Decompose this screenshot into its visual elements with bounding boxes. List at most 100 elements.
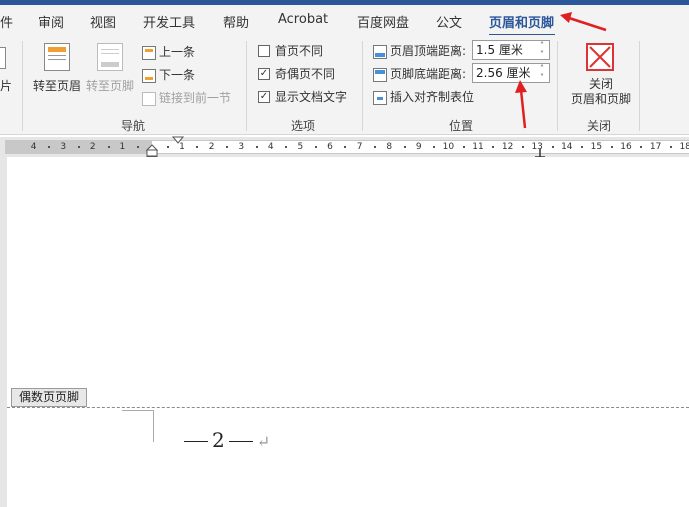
link-to-previous-button[interactable]: 链接到前一节 [142,89,231,109]
ruler-tick [670,146,672,148]
ruler-tick [137,146,140,148]
goto-footer-button[interactable]: 转至页脚 [83,43,137,95]
ruler-number: 18 [679,142,689,152]
insert-alignment-tab-label: 插入对齐制表位 [390,90,475,104]
footer-from-bottom-spinner[interactable]: 2.56 厘米 ˄ ˅ [472,63,550,83]
group-separator [639,41,640,131]
ruler-number: 14 [561,142,573,152]
picture-icon[interactable] [0,47,6,69]
next-button[interactable]: 下一条 [142,66,195,86]
ruler-number: 12 [501,142,514,152]
goto-header-icon [44,43,70,71]
close-header-footer-button[interactable]: 关闭 页眉和页脚 [566,41,636,111]
goto-header-button[interactable]: 转至页眉 [30,43,84,95]
ruler-number: 2 [208,142,215,152]
group-separator [557,41,558,131]
header-from-top-spinner[interactable]: 1.5 厘米 ˄ ˅ [472,40,550,60]
different-odd-even-checkbox[interactable]: ✓ 奇偶页不同 [258,65,335,85]
ruler-tick [78,146,80,148]
close-header-footer-label: 关闭 页眉和页脚 [570,77,631,106]
ruler-tick [403,146,406,148]
next-label: 下一条 [159,68,196,82]
tab-developer[interactable]: 开发工具 [143,12,195,31]
ruler-tick [551,146,554,148]
ruler-tick [166,146,169,148]
tab-file-partial[interactable]: 件 [0,12,13,31]
link-to-previous-label: 链接到前一节 [159,91,232,105]
ruler-number: 15 [590,142,603,152]
ruler-number: 4 [267,142,274,152]
different-first-page-label: 首页不同 [275,44,324,58]
tab-review[interactable]: 审阅 [38,12,64,31]
group-separator [22,41,23,131]
tab-acrobat[interactable]: Acrobat [278,12,328,27]
tab-help[interactable]: 帮助 [223,12,249,31]
ruler-tick [581,146,584,148]
picture-button-label[interactable]: 片 [0,77,12,94]
goto-footer-label: 转至页脚 [85,79,134,93]
horizontal-ruler[interactable]: 4321 1 2 3 4 5 6 7 8 9 10 11 12 13 14 15 16 17 18 [5,140,689,154]
tab-header-footer[interactable]: 页眉和页脚 [489,12,554,31]
alignment-tab-icon [373,90,387,105]
tab-official-doc[interactable]: 公文 [436,12,462,31]
vertical-ruler-strip [0,157,7,507]
close-icon [586,43,614,71]
footer-distance-icon [373,67,387,82]
goto-footer-icon [97,43,123,71]
ruler-tick [374,146,376,148]
margin-corner-mark [153,410,154,442]
red-arrow-tab-icon [560,12,607,32]
footer-from-bottom-label: 页脚底端距离: [373,65,466,85]
header-from-top-label: 页眉顶端距离: [373,42,466,62]
next-icon [142,68,156,83]
group-separator [362,41,363,131]
different-first-page-checkbox[interactable]: 首页不同 [258,42,323,62]
dash-left [184,441,208,442]
insert-alignment-tab-button[interactable]: 插入对齐制表位 [373,88,474,108]
checkbox-unchecked-icon [258,44,270,57]
paragraph-mark-icon: ↵ [256,432,271,451]
red-arrow-footer-distance-icon [515,80,527,129]
goto-header-label: 转至页眉 [32,79,81,93]
group-title-options: 选项 [291,119,316,133]
ruler-number: 11 [472,142,484,152]
group-title-position: 位置 [449,119,474,133]
dash-right [228,441,253,442]
previous-label: 上一条 [159,45,196,59]
first-line-indent-icon[interactable] [171,136,185,146]
ruler-number: 7 [356,142,363,152]
footer-page-number[interactable]: 2 ↵ [180,428,270,452]
ruler-tick [433,146,436,148]
ruler-number: 5 [297,142,304,152]
group-separator [246,41,247,131]
different-odd-even-label: 奇偶页不同 [275,67,336,81]
spinner-arrows-icon[interactable]: ˄ ˅ [537,41,547,59]
checkmark-icon: ✓ [258,90,270,103]
ruler-tick [344,146,347,148]
ruler-number: 17 [649,142,662,152]
ruler-number: 10 [442,142,455,152]
tab-baidu-netdisk[interactable]: 百度网盘 [357,12,409,31]
link-icon [142,91,156,106]
margin-corner-mark [122,410,154,411]
ruler-tick [640,146,643,148]
spinner-arrows-icon[interactable]: ˄ ˅ [537,64,547,82]
ruler-tick [522,146,524,148]
tab-view[interactable]: 视图 [90,12,116,31]
ruler-tick [226,146,228,148]
ruler-number: 8 [386,142,393,152]
ruler-number: 9 [415,142,422,152]
ruler-tick [107,146,110,148]
ruler-number: 2 [89,142,96,152]
ruler-tick [196,146,199,148]
ruler-number: 16 [620,142,632,152]
group-title-navigation: 导航 [121,119,146,133]
show-document-text-checkbox[interactable]: ✓ 显示文档文字 [258,88,347,108]
document-page[interactable] [0,157,689,507]
ruler-tick [314,146,317,148]
ruler-tick [492,146,495,148]
even-page-footer-tag: 偶数页页脚 [11,388,88,407]
ruler-number: 3 [60,142,67,152]
previous-button[interactable]: 上一条 [142,43,195,63]
show-document-text-label: 显示文档文字 [275,90,348,104]
